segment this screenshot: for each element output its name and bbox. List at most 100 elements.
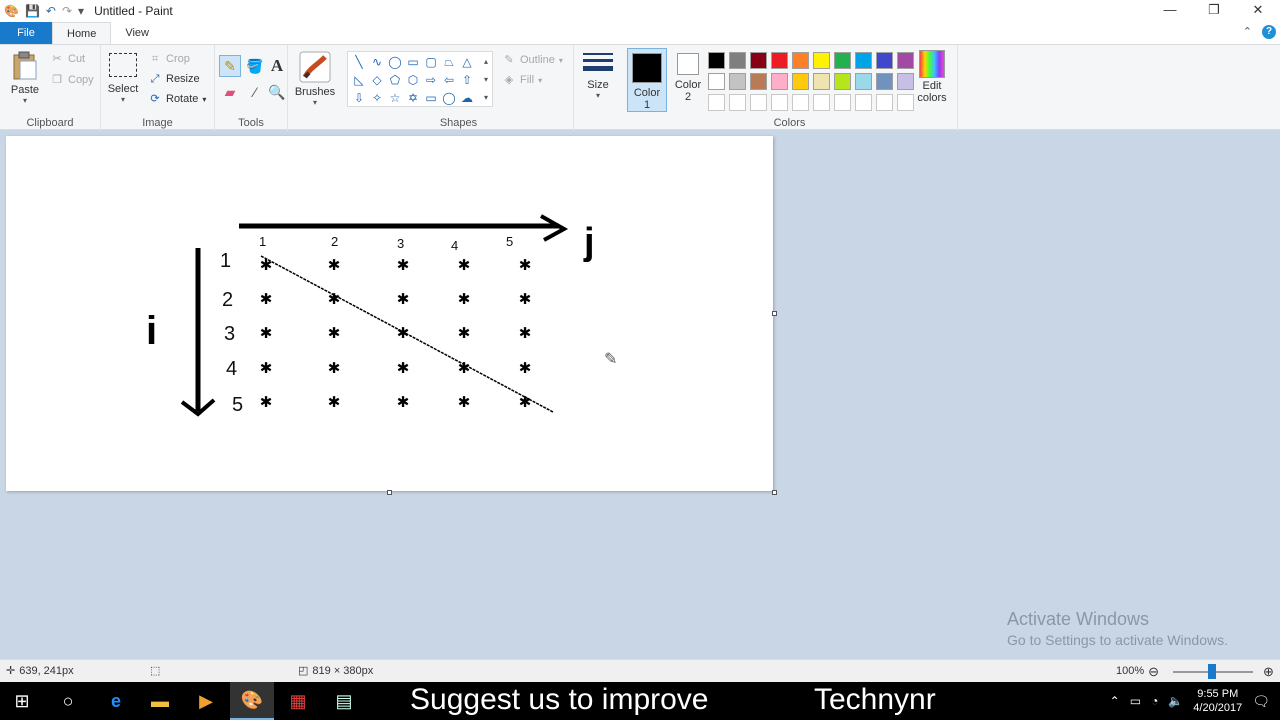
canvas-resize-handle-corner[interactable] xyxy=(772,490,777,495)
volume-icon[interactable]: 🔈 xyxy=(1168,694,1183,708)
palette-swatch[interactable] xyxy=(750,73,767,90)
palette-swatch[interactable] xyxy=(792,94,809,111)
paste-dropdown-icon[interactable]: ▾ xyxy=(6,96,44,105)
paint-app-icon[interactable]: 🎨 xyxy=(4,4,19,18)
pentagon-shape-icon[interactable]: ⬠ xyxy=(386,71,404,89)
zoom-slider-thumb[interactable] xyxy=(1208,664,1216,679)
right-arrow-shape-icon[interactable]: ⇨ xyxy=(422,71,440,89)
palette-swatch[interactable] xyxy=(729,94,746,111)
rect-callout-shape-icon[interactable]: ▭ xyxy=(422,89,440,107)
size-button[interactable]: Size ▾ xyxy=(580,53,616,100)
curve-shape-icon[interactable]: ∿ xyxy=(368,53,386,71)
triangle-shape-icon[interactable]: △ xyxy=(458,53,476,71)
save-icon[interactable]: 💾 xyxy=(25,4,40,18)
palette-swatch[interactable] xyxy=(792,73,809,90)
help-icon[interactable]: ? xyxy=(1262,25,1276,39)
pencil-icon[interactable]: ✎ xyxy=(219,55,241,77)
crop-button[interactable]: ⌗ Crop xyxy=(148,52,190,66)
copy-button[interactable]: ❐ Copy xyxy=(50,73,94,87)
outline-button[interactable]: ✎ Outline ▾ xyxy=(502,53,562,67)
resize-button[interactable]: ⤢ Resize xyxy=(148,72,200,86)
redo-icon[interactable]: ↷ xyxy=(62,4,72,18)
palette-swatch[interactable] xyxy=(897,73,914,90)
canvas-resize-handle-right[interactable] xyxy=(772,311,777,316)
fill-button[interactable]: ◈ Fill ▾ xyxy=(502,73,542,87)
minimize-button[interactable]: — xyxy=(1148,0,1192,22)
palette-swatch[interactable] xyxy=(897,94,914,111)
close-button[interactable]: ✕ xyxy=(1236,0,1280,22)
edge-browser-icon[interactable]: e xyxy=(94,682,138,720)
cut-button[interactable]: ✂ Cut xyxy=(50,52,85,66)
palette-swatch[interactable] xyxy=(813,52,830,69)
show-hidden-icons-icon[interactable]: ⌃ xyxy=(1110,694,1120,708)
palette-swatch[interactable] xyxy=(729,73,746,90)
network-icon[interactable]: ◔ xyxy=(1151,694,1158,708)
palette-swatch[interactable] xyxy=(855,52,872,69)
oval-shape-icon[interactable]: ◯ xyxy=(386,53,404,71)
palette-swatch[interactable] xyxy=(750,52,767,69)
select-dropdown-icon[interactable]: ▾ xyxy=(107,95,139,104)
up-arrow-shape-icon[interactable]: ⇧ xyxy=(458,71,476,89)
rectangle-shape-icon[interactable]: ▭ xyxy=(404,53,422,71)
tab-home[interactable]: Home xyxy=(52,22,112,44)
four-point-star-shape-icon[interactable]: ✧ xyxy=(368,89,386,107)
palette-swatch[interactable] xyxy=(876,94,893,111)
six-point-star-shape-icon[interactable]: ✡ xyxy=(404,89,422,107)
eraser-icon[interactable]: ▰ xyxy=(219,81,241,103)
palette-swatch[interactable] xyxy=(708,52,725,69)
palette-swatch[interactable] xyxy=(792,52,809,69)
clock[interactable]: 9:55 PM 4/20/2017 xyxy=(1193,687,1242,715)
palette-swatch[interactable] xyxy=(771,94,788,111)
power-icon[interactable]: ▭ xyxy=(1130,694,1141,708)
palette-swatch[interactable] xyxy=(708,73,725,90)
palette-swatch[interactable] xyxy=(834,52,851,69)
cortana-icon[interactable]: ○ xyxy=(46,682,90,720)
rounded-rectangle-shape-icon[interactable]: ▢ xyxy=(422,53,440,71)
fill-bucket-icon[interactable]: 🪣 xyxy=(244,55,266,77)
zoom-out-icon[interactable]: ⊖ xyxy=(1148,660,1159,683)
palette-swatch[interactable] xyxy=(897,52,914,69)
brushes-button[interactable]: Brushes ▾ xyxy=(294,51,336,107)
palette-swatch[interactable] xyxy=(876,52,893,69)
palette-swatch[interactable] xyxy=(813,94,830,111)
palette-swatch[interactable] xyxy=(834,73,851,90)
line-shape-icon[interactable]: ╲ xyxy=(350,53,368,71)
right-triangle-shape-icon[interactable]: ◺ xyxy=(350,71,368,89)
drawing-canvas[interactable]: j i 1 2 3 4 5 1 2 3 4 5 ✱ ✱ ✱ ✱ ✱ ✱ ✱ ✱ ✱ ✱ ✱ ✱ ✱ ✱ ✱ ✱… xyxy=(6,136,777,495)
palette-swatch[interactable] xyxy=(834,94,851,111)
undo-icon[interactable]: ↶ xyxy=(46,4,56,18)
select-button[interactable]: Select ▾ xyxy=(107,53,139,104)
edit-colors-button[interactable]: Edit colors xyxy=(914,50,950,104)
file-explorer-icon[interactable]: ▬ xyxy=(138,682,182,720)
paste-button[interactable]: Paste ▾ xyxy=(6,51,44,105)
app-taskbar-icon[interactable]: ▦ xyxy=(276,682,320,720)
hexagon-shape-icon[interactable]: ⬡ xyxy=(404,71,422,89)
shapes-scroll-icon[interactable]: ▴ ▾ ▾ xyxy=(484,53,488,107)
media-player-icon[interactable]: ▶ xyxy=(184,682,228,720)
magnifier-icon[interactable]: 🔍 xyxy=(266,81,288,103)
zoom-in-icon[interactable]: ⊕ xyxy=(1263,660,1274,683)
text-tool-icon[interactable]: A xyxy=(266,55,288,77)
action-center-icon[interactable]: 🗨 xyxy=(1252,693,1270,710)
color1-button[interactable]: Color 1 xyxy=(627,48,667,112)
customize-toolbar-icon[interactable]: ▾ xyxy=(78,4,84,18)
rotate-button[interactable]: ⟳ Rotate ▾ xyxy=(148,92,206,106)
palette-swatch[interactable] xyxy=(771,73,788,90)
palette-swatch[interactable] xyxy=(708,94,725,111)
palette-swatch[interactable] xyxy=(876,73,893,90)
paint-taskbar-icon[interactable]: 🎨 xyxy=(230,682,274,720)
tab-view[interactable]: View xyxy=(111,22,163,44)
left-arrow-shape-icon[interactable]: ⇦ xyxy=(440,71,458,89)
windows-start-icon[interactable]: ⊞ xyxy=(0,682,44,720)
restore-button[interactable]: ❐ xyxy=(1192,0,1236,22)
palette-swatch[interactable] xyxy=(729,52,746,69)
palette-swatch[interactable] xyxy=(771,52,788,69)
palette-swatch[interactable] xyxy=(855,73,872,90)
cloud-callout-shape-icon[interactable]: ☁ xyxy=(458,89,476,107)
diamond-shape-icon[interactable]: ◇ xyxy=(368,71,386,89)
palette-swatch[interactable] xyxy=(855,94,872,111)
palette-swatch[interactable] xyxy=(813,73,830,90)
five-point-star-shape-icon[interactable]: ☆ xyxy=(386,89,404,107)
notepad-taskbar-icon[interactable]: ▤ xyxy=(322,682,366,720)
color-picker-icon[interactable]: ⁄ xyxy=(244,81,266,103)
